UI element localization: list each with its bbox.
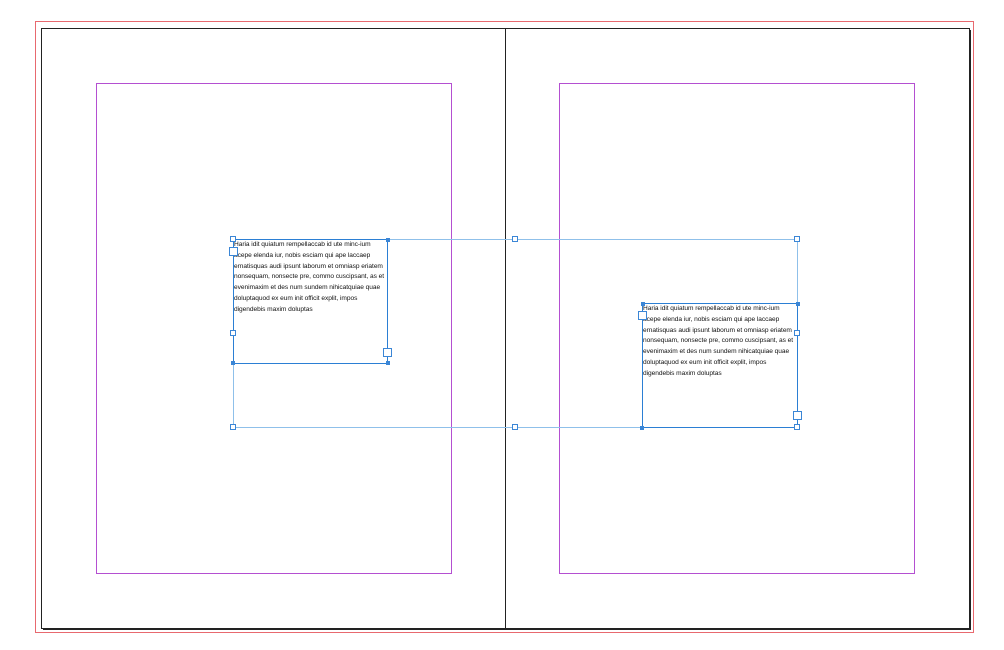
group-handle-bottom-right[interactable] xyxy=(794,424,800,430)
left-frame-text[interactable]: Haria idit quiatum rempellaccab id ute m… xyxy=(234,240,386,316)
group-handle-bottom-center[interactable] xyxy=(512,424,518,430)
group-handle-middle-left[interactable] xyxy=(230,330,236,336)
group-handle-bottom-left[interactable] xyxy=(230,424,236,430)
group-handle-middle-right[interactable] xyxy=(794,330,800,336)
left-frame-corner-marker[interactable] xyxy=(386,238,390,242)
left-frame-corner-marker[interactable] xyxy=(231,361,235,365)
right-frame-corner-marker[interactable] xyxy=(796,302,800,306)
right-frame-out-port[interactable] xyxy=(793,411,802,420)
group-handle-top-center[interactable] xyxy=(512,236,518,242)
left-frame-out-port[interactable] xyxy=(383,348,392,357)
left-frame-corner-marker[interactable] xyxy=(386,361,390,365)
right-frame-text[interactable]: Haria idit quiatum rempellaccab id ute m… xyxy=(643,304,795,380)
left-text-frame[interactable]: Haria idit quiatum rempellaccab id ute m… xyxy=(233,239,388,364)
layout-canvas[interactable]: Haria idit quiatum rempellaccab id ute m… xyxy=(0,0,1004,650)
right-frame-in-port[interactable] xyxy=(638,311,647,320)
right-text-frame[interactable]: Haria idit quiatum rempellaccab id ute m… xyxy=(642,303,798,428)
left-frame-in-port[interactable] xyxy=(229,247,238,256)
right-frame-corner-marker[interactable] xyxy=(640,426,644,430)
group-handle-top-right[interactable] xyxy=(794,236,800,242)
right-frame-corner-marker[interactable] xyxy=(641,302,645,306)
group-handle-top-left[interactable] xyxy=(230,236,236,242)
